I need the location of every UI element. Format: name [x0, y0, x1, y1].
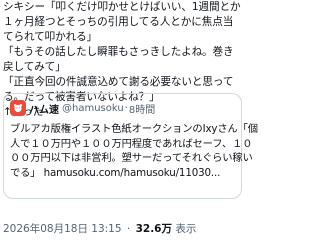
separator-dot: ·	[124, 102, 128, 114]
quoted-line: 人で１０万円や１００万円程度であればセーフ、１０	[10, 137, 253, 150]
post-line: シキシー「叩くだけ叩かせとけばいい、1週間とか	[3, 1, 241, 13]
quoted-post-time[interactable]: 8時間	[129, 101, 155, 116]
quoted-line: でる」 hamusoku.com/hamusoku/11030...	[10, 166, 221, 179]
quoted-post-card[interactable]: ハム速 @hamusoku · 8時間 ブルアカ版権イラスト色紙オークションのI…	[3, 93, 258, 199]
view-count-label: 表示	[175, 223, 197, 235]
avatar[interactable]	[10, 100, 26, 116]
post-line: 戻してみて」	[3, 61, 66, 73]
post-timestamp[interactable]: 2026年08月18日 13:15	[3, 223, 122, 235]
quoted-line: ブルアカ版権イラスト色紙オークションのIxyさん「個	[10, 123, 258, 135]
view-count: 32.6万	[135, 223, 172, 235]
post-line: 「正直今回の件誠意込めて謝る必要ないと思って	[3, 76, 234, 88]
quoted-post-body: ブルアカ版権イラスト色紙オークションのIxyさん「個 人で１０万円や１００万円程…	[10, 122, 258, 180]
post-line: 「もうその話したし瞬罪もさっきしたよね。巻き	[3, 46, 234, 58]
quoted-author-handle[interactable]: @hamusoku	[62, 103, 124, 114]
quoted-post-header: ハム速 @hamusoku · 8時間	[10, 99, 235, 117]
post-line: １ヶ月経つとそっちの引用してる人とかに焦点当	[3, 16, 234, 28]
post-line: てられて叩かれる」	[3, 31, 98, 43]
quoted-line: ００万円以下は非営利。塑サーだってそれぐらい稼い	[10, 152, 253, 164]
post-meta: 2026年08月18日 13:15 · 32.6万 表示	[3, 221, 196, 236]
quoted-author-name[interactable]: ハム速	[29, 101, 59, 116]
hamster-icon	[13, 104, 23, 113]
separator-dot: ·	[126, 223, 131, 235]
